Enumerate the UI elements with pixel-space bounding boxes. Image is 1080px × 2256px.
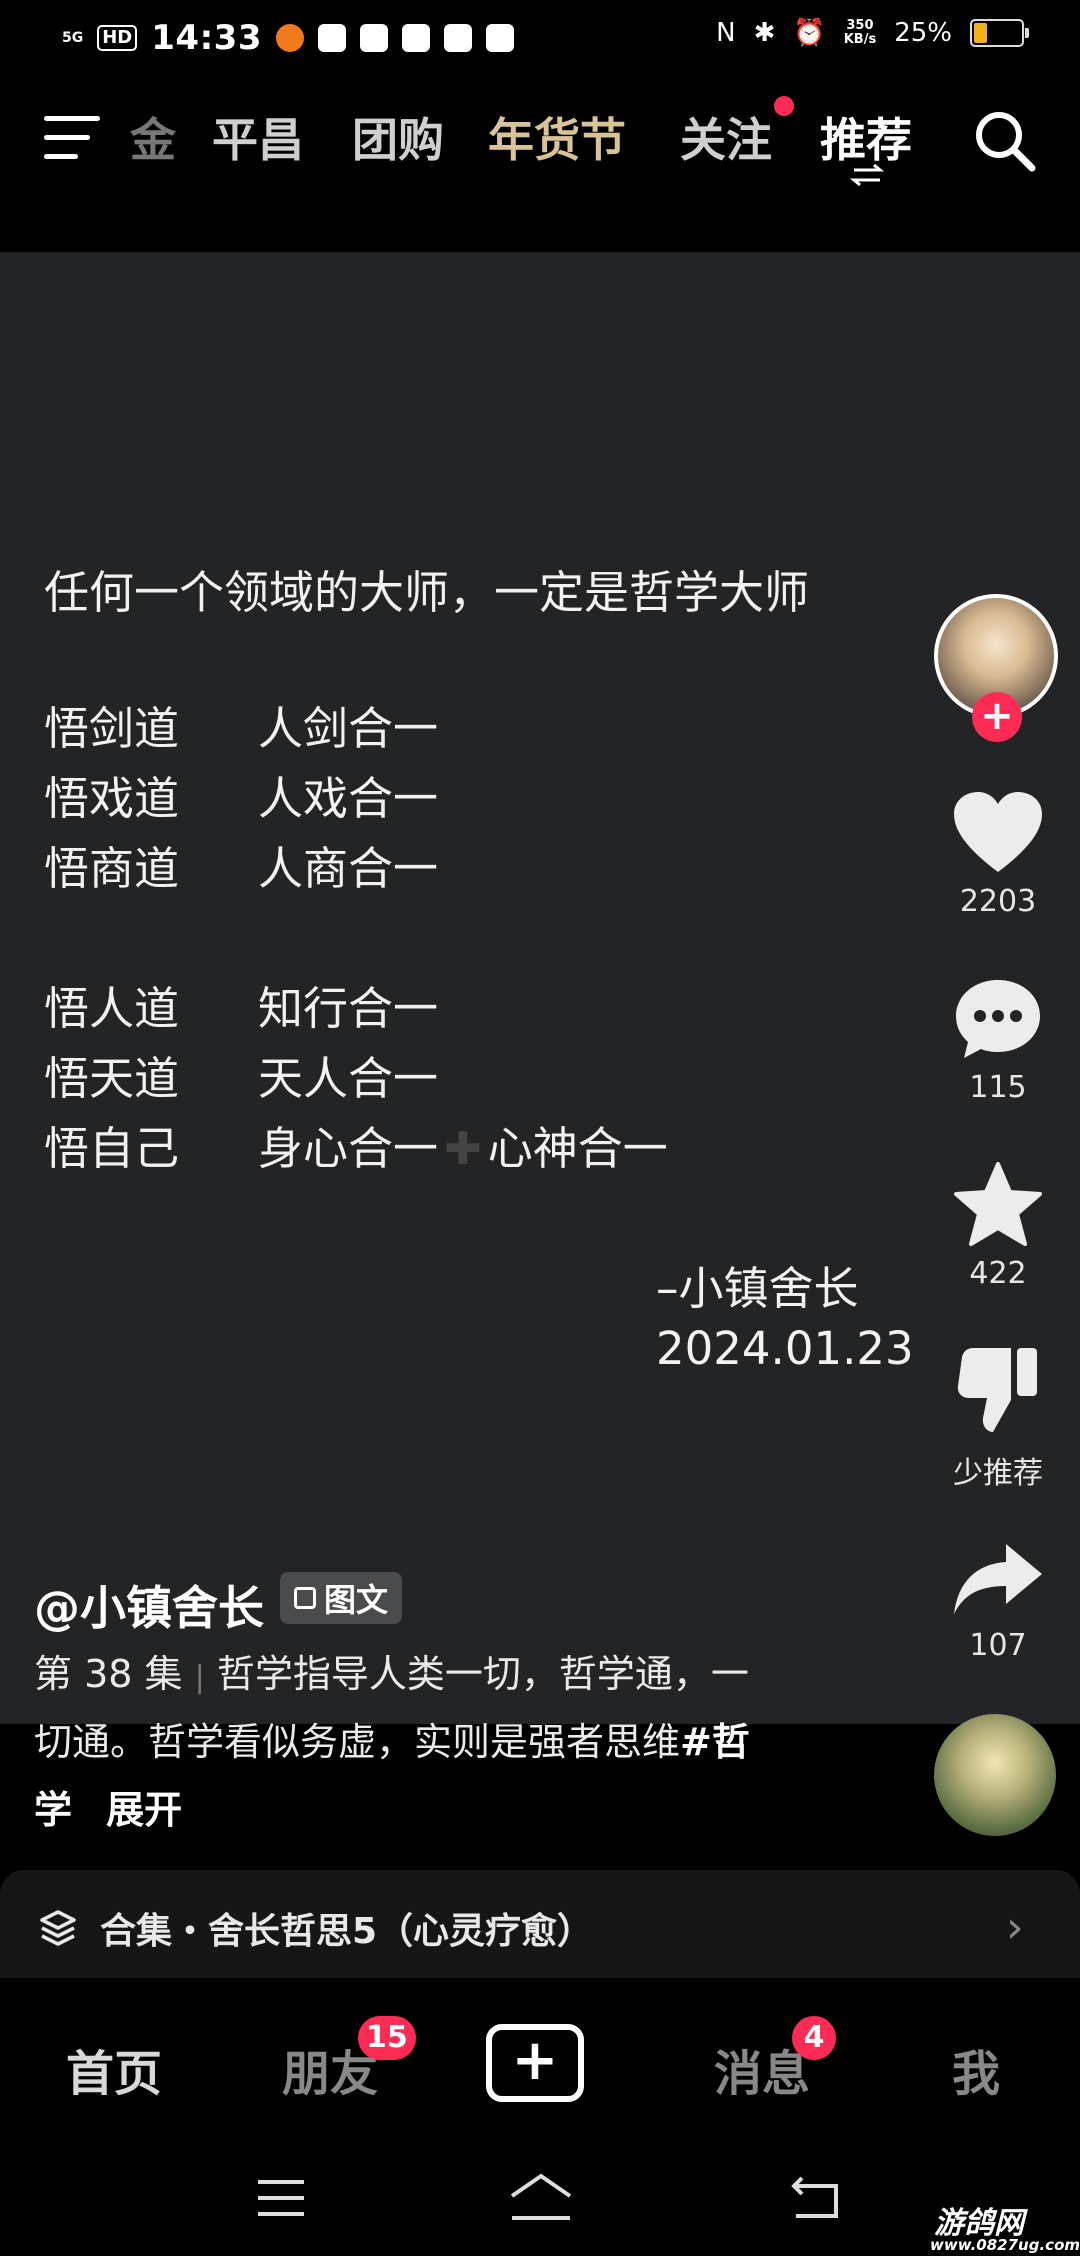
nav-me[interactable]: 我	[952, 2034, 1000, 2104]
share-icon	[954, 1544, 1042, 1614]
nfc-icon: N	[716, 18, 736, 48]
tab-partial[interactable]: 金	[130, 104, 176, 170]
hashtag-continued[interactable]: 学	[34, 1788, 72, 1832]
post-signature: –小镇舍长	[656, 1262, 859, 1315]
dislike-button[interactable]: 少推荐	[938, 1344, 1058, 1492]
play-notification-icon	[443, 24, 472, 52]
search-icon[interactable]	[972, 108, 1038, 174]
recent-apps-icon[interactable]	[256, 2178, 306, 2218]
tab-following[interactable]: 关注	[680, 104, 772, 170]
description-line-2: 切通。哲学看似务虚，实则是强者思维#哲	[34, 1720, 750, 1764]
music-disc[interactable]	[934, 1714, 1056, 1836]
description-line-3: 学 展开	[34, 1776, 814, 1844]
collection-label: 合集・舍长哲思5（心灵疗愈）	[100, 1911, 594, 1952]
hashtag[interactable]: #哲	[680, 1720, 750, 1764]
tab-pingchang[interactable]: 平昌	[212, 104, 304, 170]
share-count: 107	[969, 1628, 1027, 1663]
like-count: 2203	[959, 884, 1037, 919]
comment-icon	[956, 980, 1040, 1058]
post-date: 2024.01.23	[656, 1322, 914, 1375]
mail-notification-icon	[401, 24, 430, 52]
share-button[interactable]: 107	[938, 1540, 1058, 1663]
battery-icon	[970, 19, 1029, 47]
thumbs-down-icon	[957, 1348, 1037, 1432]
description-line-1: 第 38 集 | 哲学指导人类一切，哲学通，一	[34, 1652, 749, 1696]
nav-home[interactable]: 首页	[66, 2034, 162, 2104]
app-notification-icon	[275, 24, 304, 52]
tab-tuangou[interactable]: 团购	[352, 104, 444, 170]
chevron-right-icon: ›	[1006, 1902, 1024, 1953]
post-line-left: 悟商道	[44, 842, 180, 895]
like-button[interactable]: 2203	[938, 790, 1058, 919]
expand-link[interactable]: 展开	[106, 1788, 182, 1832]
author-handle[interactable]: @小镇舍长	[34, 1572, 264, 1638]
bluetooth-icon: ✱	[753, 18, 776, 48]
star-icon	[954, 1162, 1042, 1246]
post-line-left: 悟自己	[44, 1122, 180, 1175]
favorite-button[interactable]: 422	[938, 1162, 1058, 1291]
favorite-count: 422	[969, 1256, 1027, 1291]
post-line-right: 天人合一	[258, 1052, 439, 1105]
network-indicator: 5G	[62, 30, 84, 46]
watermark-url: www.0827ug.com	[930, 2236, 1080, 2254]
dislike-label: 少推荐	[953, 1456, 1043, 1491]
follow-button[interactable]: +	[972, 692, 1022, 742]
episode-label[interactable]: 第 38 集	[34, 1652, 183, 1696]
heart-icon	[954, 792, 1042, 872]
plus-sign-icon: ✚	[444, 1122, 482, 1175]
post-line-left: 悟人道	[44, 982, 180, 1035]
tab-nianhuojie[interactable]: 年货节	[488, 104, 626, 170]
home-icon[interactable]	[508, 2172, 574, 2222]
comment-button[interactable]: 115	[938, 976, 1058, 1105]
post-line-right: 人剑合一	[258, 702, 439, 755]
content-type-tag: 图文	[280, 1572, 403, 1624]
friends-badge: 15	[358, 2016, 416, 2060]
create-button[interactable]: +	[486, 2024, 584, 2102]
image-text-icon	[294, 1587, 316, 1609]
post-line-left: 悟剑道	[44, 702, 180, 755]
post-line-right: 知行合一	[258, 982, 439, 1035]
hd-indicator: HD	[97, 25, 138, 51]
network-speed: 350 KB/s	[843, 18, 877, 47]
alarm-icon: ⏰	[793, 18, 826, 48]
post-line-right-combined: 身心合一 ✚ 心神合一	[258, 1122, 668, 1175]
post-line-left: 悟天道	[44, 1052, 180, 1105]
shield-notification-icon	[317, 24, 346, 52]
back-icon[interactable]	[790, 2174, 840, 2220]
cat-notification-icon	[359, 24, 388, 52]
status-bar-left: 5G HD 14:33	[62, 18, 514, 58]
post-line-left: 悟戏道	[44, 772, 180, 825]
clock: 14:33	[151, 18, 262, 58]
post-line-right: 人商合一	[258, 842, 439, 895]
taobao-notification-icon	[485, 24, 514, 52]
layers-icon	[40, 1910, 76, 1946]
swap-icon[interactable]	[850, 164, 884, 186]
comment-count: 115	[969, 1070, 1027, 1105]
messages-badge: 4	[792, 2016, 836, 2060]
battery-percent: 25%	[894, 18, 952, 48]
post-line-right: 人戏合一	[258, 772, 439, 825]
menu-icon[interactable]	[44, 116, 100, 160]
tab-recommend[interactable]: 推荐	[820, 104, 912, 170]
status-bar-right: N ✱ ⏰ 350 KB/s 25%	[716, 18, 1029, 48]
post-headline: 任何一个领域的大师，一定是哲学大师	[44, 566, 810, 619]
following-unread-dot	[774, 96, 794, 116]
